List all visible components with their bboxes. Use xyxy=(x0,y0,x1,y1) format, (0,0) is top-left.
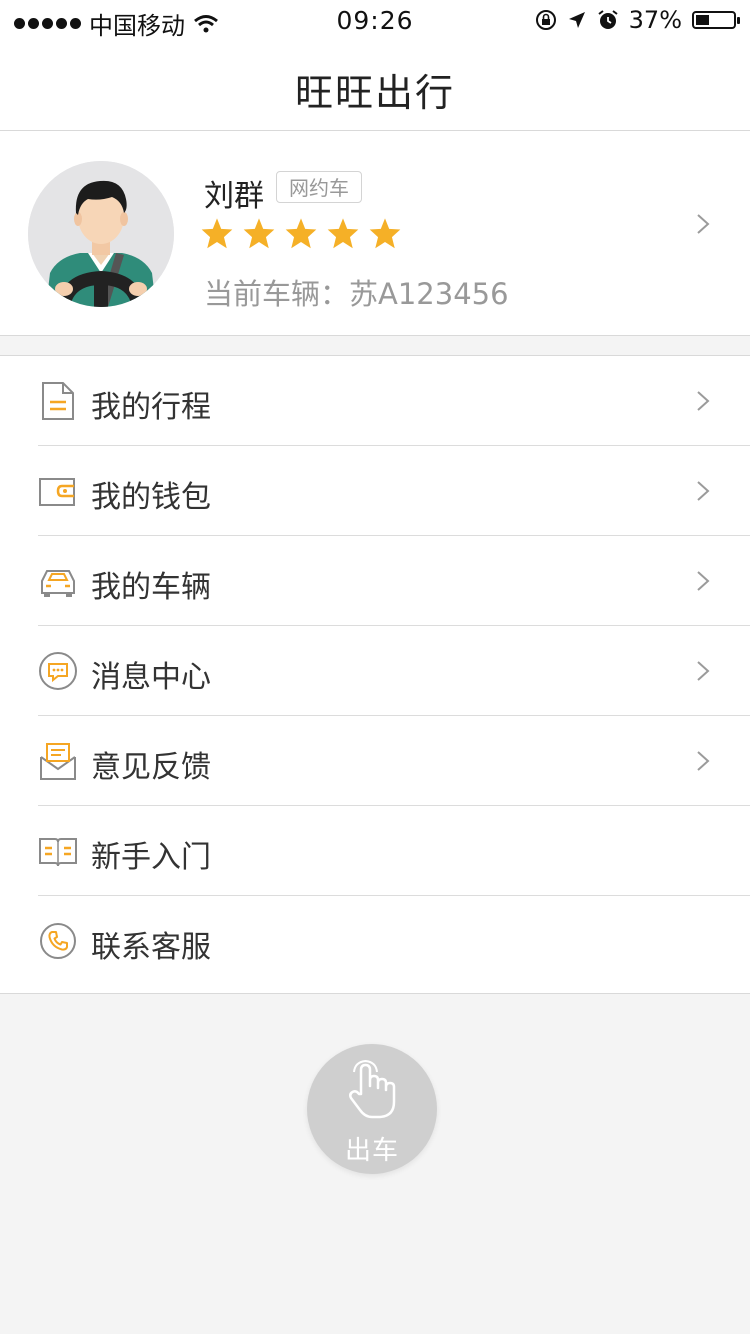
current-vehicle: 当前车辆：苏A123456 xyxy=(204,271,509,313)
message-icon xyxy=(39,652,77,690)
star-icon xyxy=(285,218,317,249)
menu-item-beginner-guide[interactable]: 新手入门 xyxy=(0,806,750,896)
guide-book-icon xyxy=(39,838,77,867)
menu-item-label: 联系客服 xyxy=(91,930,211,965)
battery-icon xyxy=(692,11,740,29)
chevron-right-icon xyxy=(697,214,710,234)
vehicle-plate: 苏A123456 xyxy=(349,277,509,311)
orientation-lock-icon xyxy=(535,10,556,30)
chevron-right-icon xyxy=(697,481,710,501)
page-title: 旺旺出行 xyxy=(294,71,455,115)
battery-percent: 37% xyxy=(628,6,682,34)
chevron-right-icon xyxy=(697,391,710,411)
menu-item-contact-support[interactable]: 联系客服 xyxy=(0,896,750,986)
driver-avatar-icon xyxy=(28,161,174,307)
location-arrow-icon xyxy=(568,12,585,28)
document-icon xyxy=(42,382,74,420)
battery-level-fill xyxy=(696,15,709,25)
driver-profile-card[interactable]: 刘群 网约车 当前车辆：苏A123456 xyxy=(0,131,750,336)
phone-icon xyxy=(40,923,76,959)
feedback-envelope-icon xyxy=(40,743,76,780)
rating-stars xyxy=(200,217,402,249)
menu-item-feedback[interactable]: 意见反馈 xyxy=(0,716,750,806)
menu-item-label: 我的车辆 xyxy=(91,570,211,605)
menu-item-label: 新手入门 xyxy=(91,840,211,875)
wallet-icon xyxy=(39,478,75,506)
star-icon xyxy=(201,218,233,249)
chevron-right-icon xyxy=(697,751,710,771)
menu-item-label: 消息中心 xyxy=(91,660,211,695)
menu-list: 我的行程 我的钱包 我的车辆 消息中心 意见反馈 新手入门 联系客服 xyxy=(0,355,750,994)
service-type-badge: 网约车 xyxy=(276,171,362,203)
driver-name: 刘群 xyxy=(204,179,264,214)
car-icon xyxy=(41,570,75,597)
start-driving-label: 出车 xyxy=(344,1136,399,1166)
menu-item-my-wallet[interactable]: 我的钱包 xyxy=(0,446,750,536)
menu-item-message-center[interactable]: 消息中心 xyxy=(0,626,750,716)
hand-tap-icon xyxy=(349,1060,396,1119)
star-icon xyxy=(369,218,401,249)
vehicle-label: 当前车辆： xyxy=(204,277,350,311)
menu-item-label: 我的钱包 xyxy=(91,480,211,515)
avatar xyxy=(28,161,174,307)
menu-item-my-vehicle[interactable]: 我的车辆 xyxy=(0,536,750,626)
menu-item-label: 意见反馈 xyxy=(91,750,211,785)
chevron-right-icon xyxy=(697,661,710,681)
start-driving-button[interactable]: 出车 xyxy=(307,1044,437,1174)
status-right: 37% xyxy=(535,6,740,34)
alarm-icon xyxy=(598,10,618,29)
star-icon xyxy=(327,218,359,249)
star-icon xyxy=(243,218,275,249)
nav-bar: 旺旺出行 xyxy=(0,40,750,131)
chevron-right-icon xyxy=(697,571,710,591)
menu-item-label: 我的行程 xyxy=(91,390,211,425)
status-bar: 中国移动 09:26 37% xyxy=(0,0,750,40)
menu-item-my-trips[interactable]: 我的行程 xyxy=(0,356,750,446)
